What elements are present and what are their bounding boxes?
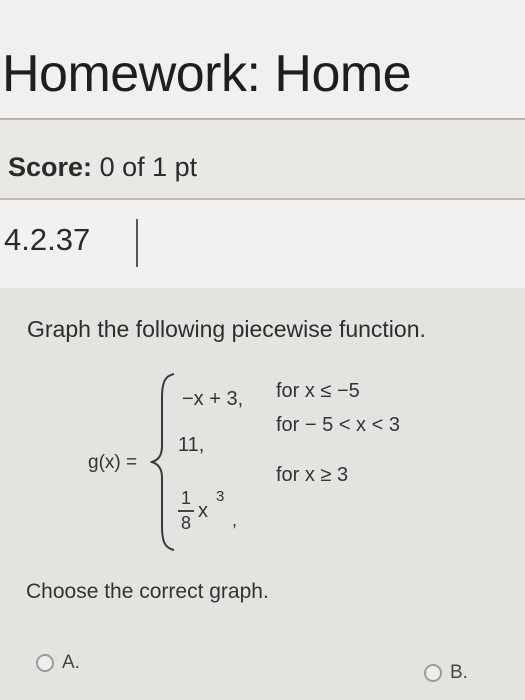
radio-button-a[interactable] (36, 654, 54, 672)
homework-header: Homework: Home (0, 0, 525, 118)
piece-2-condition: for − 5 < x < 3 (276, 414, 400, 436)
score-display: Score: 0 of 1 pt (8, 152, 197, 183)
choice-a[interactable]: A. (36, 652, 80, 674)
fraction-bar (178, 510, 194, 512)
answer-prompt: Choose the correct graph. (26, 580, 269, 603)
fraction-denominator: 8 (180, 513, 191, 533)
piece-3-exponent: 3 (216, 488, 225, 505)
piecewise-brace (150, 373, 175, 551)
piece-3-condition: for x ≥ 3 (276, 464, 349, 486)
function-name: g(x) = (88, 452, 138, 473)
piece-2-expression: 11, (178, 434, 205, 456)
question-instruction: Graph the following piecewise function. (27, 316, 426, 342)
text-cursor (136, 219, 138, 267)
choice-a-label: A. (62, 652, 80, 673)
page-title: Homework: Home (2, 45, 412, 103)
question-panel (0, 288, 525, 700)
choice-b[interactable]: B. (424, 662, 468, 684)
homework-page: Homework: Home Score: 0 of 1 pt 4.2.37 G… (0, 0, 525, 700)
fraction-numerator: 1 (180, 488, 191, 508)
score-label: Score: (8, 152, 93, 182)
choice-b-label: B. (450, 662, 468, 683)
radio-button-b[interactable] (424, 664, 442, 682)
score-value: 0 of 1 pt (99, 152, 198, 182)
piece-3-fraction: 1 8 (178, 488, 194, 534)
piece-3-punctuation: , (232, 510, 238, 530)
piece-3-variable: x (198, 500, 208, 522)
problem-number: 4.2.37 (4, 222, 91, 257)
piece-1-condition: for x ≤ −5 (276, 380, 360, 402)
piece-1-expression: −x + 3, (182, 388, 244, 410)
